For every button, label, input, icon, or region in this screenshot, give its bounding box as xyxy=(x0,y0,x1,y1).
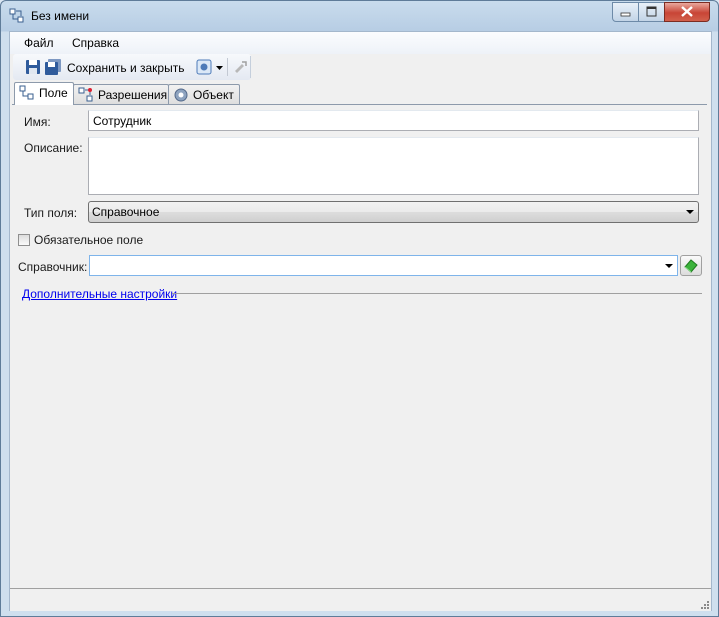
tab-permissions[interactable]: Разрешения xyxy=(73,84,169,104)
open-directory-button[interactable] xyxy=(680,255,702,276)
tab-strip: Поле Разрешения Объект xyxy=(12,82,709,105)
menu-help[interactable]: Справка xyxy=(68,36,123,50)
maximize-button[interactable] xyxy=(638,2,665,22)
properties-icon[interactable] xyxy=(233,59,249,75)
tab-field-label: Поле xyxy=(39,86,68,100)
status-bar xyxy=(10,588,711,611)
description-label: Описание: xyxy=(24,141,83,155)
description-input[interactable] xyxy=(88,137,699,195)
title-bar[interactable]: Без имени xyxy=(1,1,718,31)
toolbar-grip xyxy=(250,56,251,78)
minimize-button[interactable] xyxy=(612,2,639,22)
gear-icon xyxy=(174,88,188,102)
save-close-button[interactable]: Сохранить и закрыть xyxy=(67,61,184,75)
name-input[interactable]: Сотрудник xyxy=(88,110,699,131)
dropdown-arrow-icon[interactable] xyxy=(216,66,223,70)
name-label: Имя: xyxy=(24,115,51,129)
field-type-label: Тип поля: xyxy=(24,206,78,220)
tab-field[interactable]: Поле xyxy=(14,82,74,105)
directory-label: Справочник: xyxy=(18,260,88,274)
window-title: Без имени xyxy=(31,9,90,23)
workflow-icon[interactable] xyxy=(196,59,212,75)
save-close-icon[interactable] xyxy=(45,59,63,75)
directory-combobox[interactable] xyxy=(89,255,678,276)
field-icon xyxy=(19,85,34,100)
section-divider xyxy=(172,293,702,294)
toolbar-separator xyxy=(227,58,228,76)
field-type-select[interactable]: Справочное xyxy=(88,201,699,223)
eraser-icon xyxy=(684,259,698,273)
menu-bar: Файл Справка xyxy=(10,32,711,54)
field-panel: Имя: Сотрудник Описание: Тип поля: Справ… xyxy=(12,104,707,582)
toolbar: Сохранить и закрыть xyxy=(13,54,251,80)
client-area: Файл Справка Сохранить и закрыть Поле Ра… xyxy=(9,31,712,611)
save-icon[interactable] xyxy=(25,59,41,75)
tab-object[interactable]: Объект xyxy=(168,84,240,104)
menu-file[interactable]: Файл xyxy=(20,36,58,50)
app-icon xyxy=(9,8,24,23)
permissions-icon xyxy=(78,87,93,102)
close-button[interactable] xyxy=(664,2,710,22)
field-type-value: Справочное xyxy=(92,205,160,219)
application-window: Без имени Файл Справка Сохранить и закры… xyxy=(0,0,719,617)
tab-permissions-label: Разрешения xyxy=(98,88,168,102)
required-label: Обязательное поле xyxy=(34,233,144,247)
chevron-down-icon[interactable] xyxy=(665,264,673,268)
resize-grip-icon[interactable] xyxy=(699,599,709,609)
advanced-settings-link[interactable]: Дополнительные настройки xyxy=(22,287,177,301)
required-checkbox[interactable] xyxy=(18,234,30,246)
tab-object-label: Объект xyxy=(193,88,234,102)
chevron-down-icon xyxy=(686,210,694,214)
